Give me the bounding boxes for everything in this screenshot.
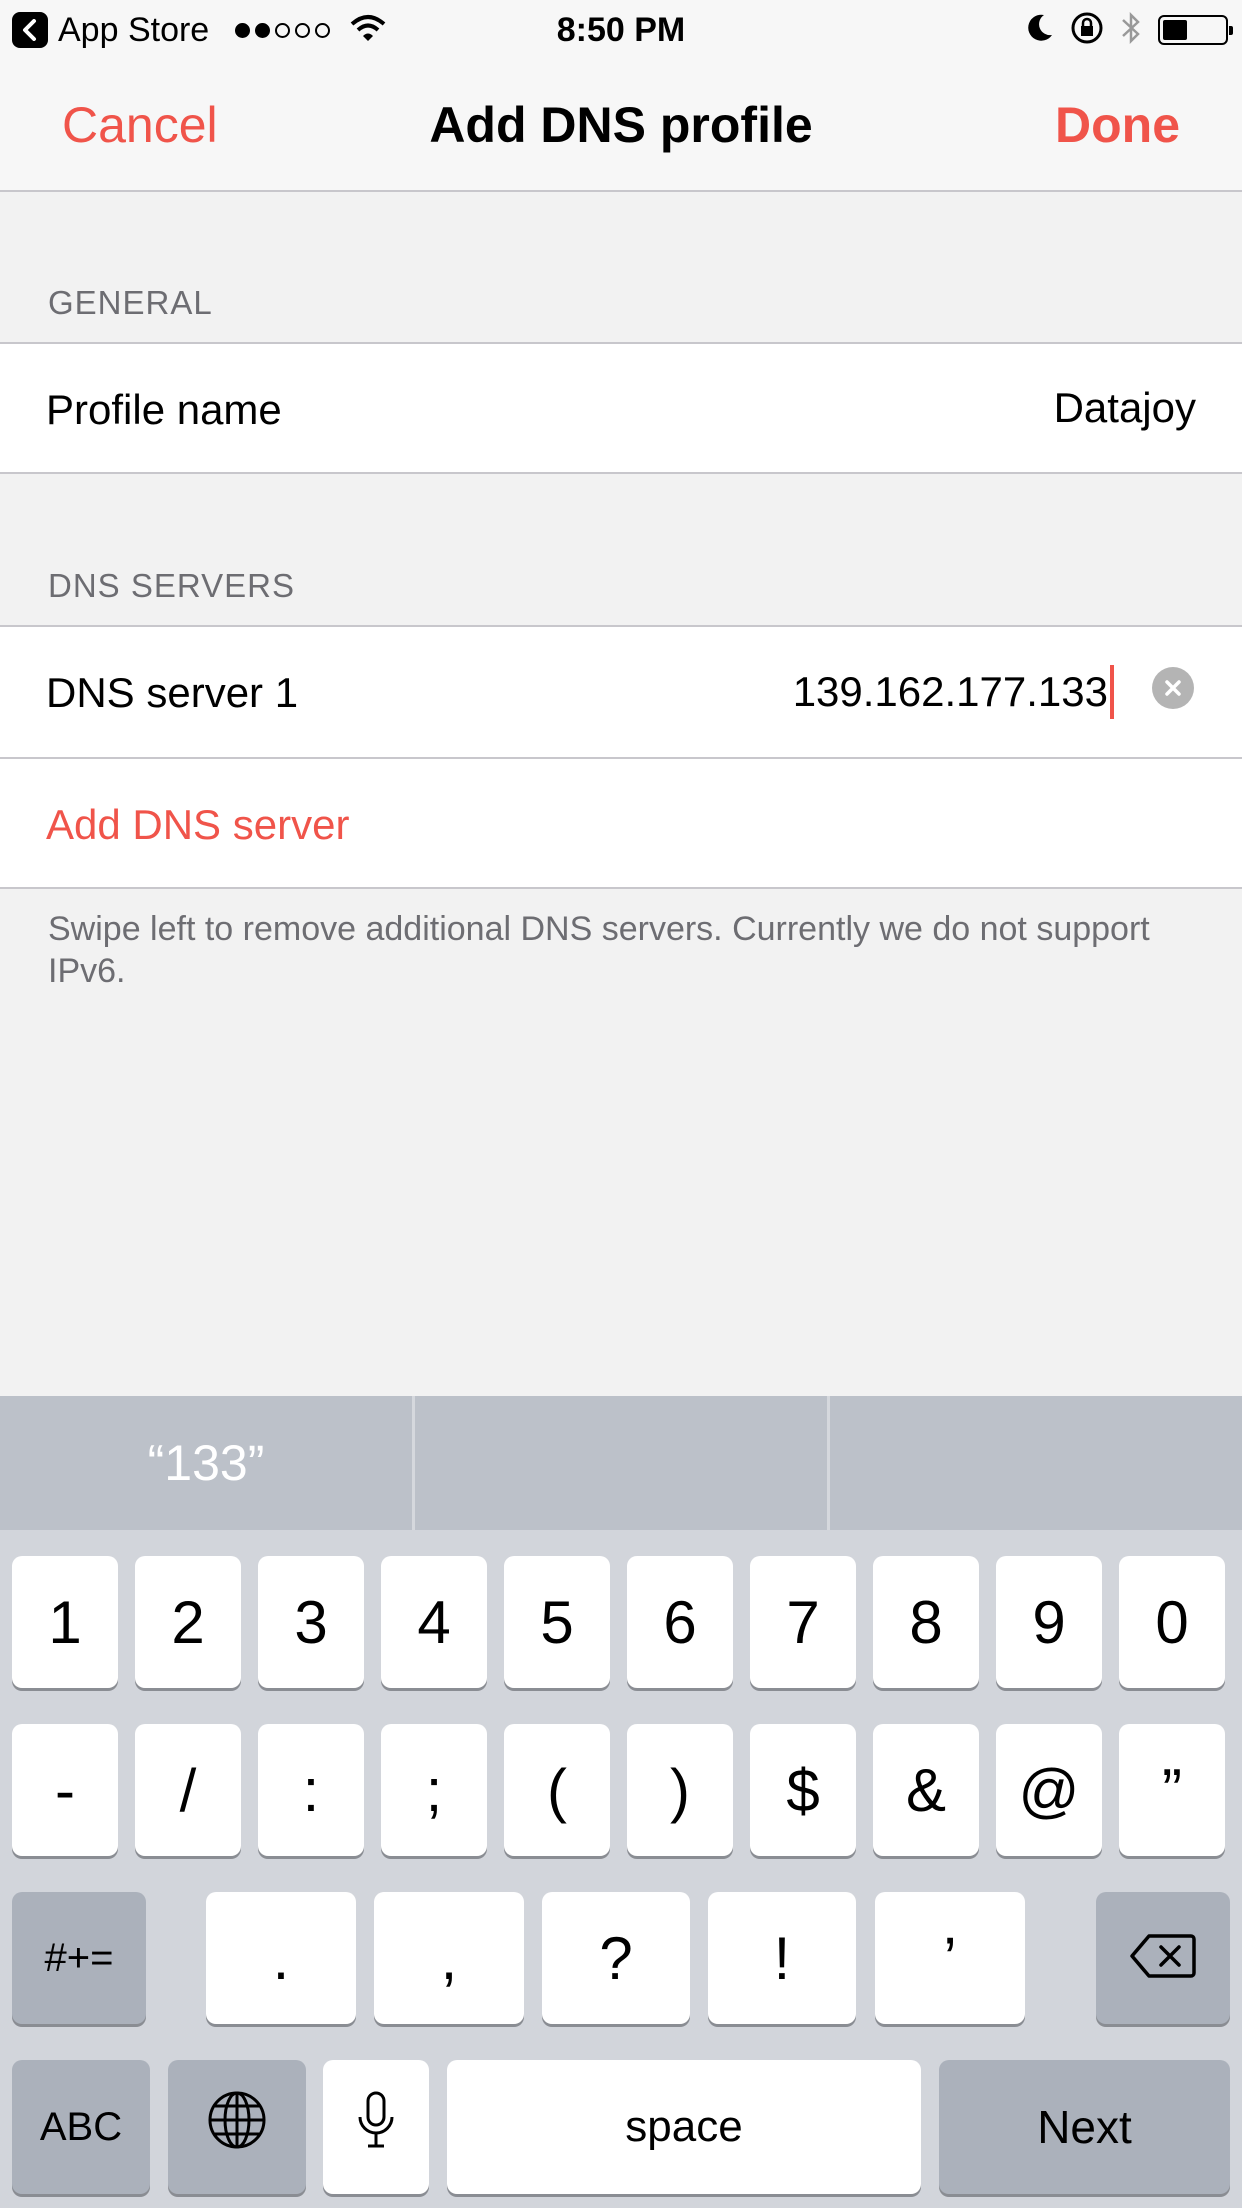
- battery-icon: [1158, 15, 1233, 45]
- key-question[interactable]: ?: [542, 1892, 690, 2024]
- moon-icon: [1026, 13, 1054, 48]
- clear-text-icon[interactable]: [1152, 667, 1194, 709]
- navigation-bar: Cancel Add DNS profile Done: [0, 60, 1242, 192]
- divider: [0, 887, 1242, 889]
- keyboard: 1 2 3 4 5 6 7 8 9 0 - / : ; ( ) $ & @ ” …: [0, 1530, 1242, 2208]
- key-at[interactable]: @: [996, 1724, 1102, 1856]
- key-quote[interactable]: ”: [1119, 1724, 1225, 1856]
- key-8[interactable]: 8: [873, 1556, 979, 1688]
- microphone-icon: [356, 2091, 396, 2163]
- predictive-bar: “133”: [0, 1396, 1242, 1530]
- dns-server-1-input[interactable]: 139.162.177.133: [793, 665, 1114, 719]
- globe-icon: [206, 2089, 268, 2165]
- key-7[interactable]: 7: [750, 1556, 856, 1688]
- globe-key[interactable]: [168, 2060, 306, 2194]
- profile-name-row[interactable]: Profile name Datajoy: [0, 344, 1242, 472]
- suggestion-3[interactable]: [830, 1396, 1242, 1530]
- general-section-header: GENERAL: [48, 284, 213, 321]
- dictation-key[interactable]: [323, 2060, 429, 2194]
- key-6[interactable]: 6: [627, 1556, 733, 1688]
- key-2[interactable]: 2: [135, 1556, 241, 1688]
- status-bar: App Store 8:50 PM: [0, 0, 1242, 60]
- symbols-shift-key[interactable]: #+=: [12, 1892, 146, 2024]
- orientation-lock-icon: [1070, 11, 1104, 50]
- key-hyphen[interactable]: -: [12, 1724, 118, 1856]
- key-9[interactable]: 9: [996, 1556, 1102, 1688]
- key-open-paren[interactable]: (: [504, 1724, 610, 1856]
- key-ampersand[interactable]: &: [873, 1724, 979, 1856]
- profile-name-field[interactable]: Datajoy: [1054, 384, 1196, 432]
- key-apostrophe[interactable]: ’: [875, 1892, 1025, 2024]
- key-semicolon[interactable]: ;: [381, 1724, 487, 1856]
- backspace-icon: [1129, 1924, 1197, 1993]
- profile-name-label: Profile name: [46, 386, 282, 433]
- key-slash[interactable]: /: [135, 1724, 241, 1856]
- abc-key[interactable]: ABC: [12, 2060, 150, 2194]
- key-comma[interactable]: ,: [374, 1892, 524, 2024]
- key-dollar[interactable]: $: [750, 1724, 856, 1856]
- space-key[interactable]: space: [447, 2060, 921, 2194]
- done-button[interactable]: Done: [1055, 96, 1180, 154]
- key-colon[interactable]: :: [258, 1724, 364, 1856]
- add-dns-server-button[interactable]: Add DNS server: [46, 801, 349, 849]
- key-5[interactable]: 5: [504, 1556, 610, 1688]
- key-period[interactable]: .: [206, 1892, 356, 2024]
- dns-server-1-row[interactable]: DNS server 1 139.162.177.133: [0, 627, 1242, 757]
- key-0[interactable]: 0: [1119, 1556, 1225, 1688]
- key-exclamation[interactable]: !: [708, 1892, 856, 2024]
- add-dns-server-row[interactable]: Add DNS server: [0, 759, 1242, 887]
- divider: [0, 472, 1242, 474]
- text-caret: [1110, 665, 1114, 719]
- bluetooth-icon: [1120, 10, 1142, 51]
- key-close-paren[interactable]: ): [627, 1724, 733, 1856]
- delete-key[interactable]: [1096, 1892, 1230, 2024]
- suggestion-2[interactable]: [415, 1396, 827, 1530]
- key-1[interactable]: 1: [12, 1556, 118, 1688]
- key-4[interactable]: 4: [381, 1556, 487, 1688]
- dns-server-1-label: DNS server 1: [46, 669, 299, 716]
- suggestion-1[interactable]: “133”: [0, 1396, 412, 1530]
- dns-servers-section-header: DNS SERVERS: [48, 567, 295, 604]
- key-3[interactable]: 3: [258, 1556, 364, 1688]
- next-key[interactable]: Next: [939, 2060, 1230, 2194]
- dns-footer-note: Swipe left to remove additional DNS serv…: [48, 910, 1150, 990]
- dns-server-1-value: 139.162.177.133: [792, 668, 1108, 715]
